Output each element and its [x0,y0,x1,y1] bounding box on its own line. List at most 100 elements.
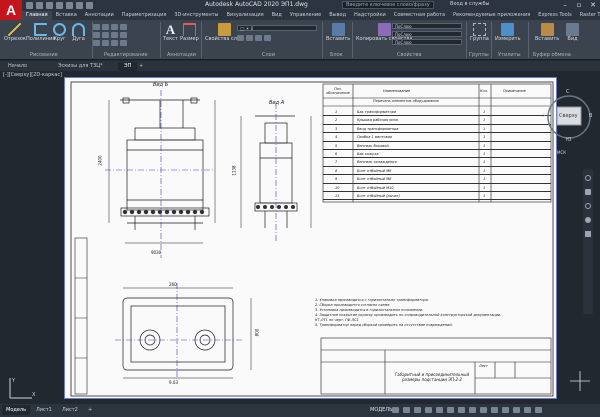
polyline-tool-button[interactable]: Полилиния [26,23,55,42]
search-input[interactable]: Введите ключевое слово/фразу [342,1,434,9]
sign-in-link[interactable]: Вход в службы [450,1,489,7]
menu-tab[interactable]: Аннотации [81,11,118,20]
new-file-icon[interactable] [26,2,33,9]
menu-tab[interactable]: Визуализация [222,11,267,20]
compass-north[interactable]: С [566,89,570,95]
dimension-tool-button[interactable]: Размер [180,23,199,42]
redo-icon[interactable] [86,2,93,9]
save-icon[interactable] [46,2,53,9]
row-qty: 1 [483,193,486,198]
showmotion-icon[interactable] [585,231,591,237]
doc-tab-sketches[interactable]: Эскизы для ТЗЦ* [52,62,109,71]
text-label: Текст [163,36,178,42]
drawing-sheet[interactable]: Вид Б Вид А 9030 2400 1138 260 9.03 800 … [64,77,557,399]
ribbon-tabs: Главная Вставка Аннотации Параметризация 3D-… [22,11,600,20]
menu-tab[interactable]: Надстройки [350,11,390,20]
insert-block-button[interactable]: Вставить [326,23,350,42]
text-icon: A [165,22,176,37]
group-block-label[interactable]: Блок [330,52,343,58]
row-pos: 9 [335,177,338,182]
wcs-label[interactable]: МСК [557,150,566,155]
dimension-label: Размер [180,36,199,42]
group-button[interactable]: Группа [470,23,489,42]
menu-tab[interactable]: Рекомендуемые приложения [449,11,534,20]
menu-tab[interactable]: Вид [268,11,286,20]
table-row: 6 Бак кожуха 1 [323,150,551,159]
open-file-icon[interactable] [36,2,43,9]
layout2-tab[interactable]: Лист2 [58,405,82,415]
maximize-button[interactable]: ▫ [572,0,586,10]
menu-tab[interactable]: 3D-инструменты [170,11,222,20]
brush-icon [377,23,391,36]
measure-button[interactable]: Измерить [495,23,521,42]
viewcube-face[interactable]: Сверху [559,113,578,119]
svg-text:X: X [32,392,36,398]
menu-tab[interactable]: Вывод [325,11,350,20]
steering-wheel-icon[interactable] [585,175,591,181]
group-annotation-label[interactable]: Аннотации [167,52,196,58]
group-groups-label[interactable]: Группы [469,52,489,58]
layer-tools[interactable] [237,35,271,41]
save-as-icon[interactable] [56,2,63,9]
model-tab[interactable]: Модель [2,405,31,415]
menu-tab[interactable]: Главная [22,11,52,20]
linetype-dropdown[interactable]: ПоСлою [392,31,462,37]
text-tool-button[interactable]: A Текст [163,23,178,42]
minimize-button[interactable]: – [558,0,572,10]
close-button[interactable]: ✕ [586,0,600,10]
status-toggles[interactable] [392,407,542,413]
table-title: Перечень элементов оборудования [373,99,439,103]
layer-dropdown[interactable]: ◯ ☀ 0 [237,25,317,31]
arc-tool-button[interactable]: Дуга [72,23,85,42]
snap-icon [403,407,410,413]
menu-tab[interactable]: Параметризация [118,11,171,20]
lineweight-dropdown[interactable]: ПоСлою [392,39,462,45]
line-label: Отрезок [4,36,26,42]
new-tab-button[interactable]: + [136,62,146,71]
menu-tab[interactable]: Управление [286,11,325,20]
ribbon-separator [466,22,467,58]
row-name: Болт отбойный М10 [357,185,394,190]
autocad-logo[interactable]: A [0,0,22,20]
zoom-icon[interactable] [585,203,591,209]
undo-icon[interactable] [76,2,83,9]
drawing-viewport[interactable]: [-][Сверху][2D-каркас] Вид Б Вид А 9030 … [0,71,600,404]
ribbon-panel: Отрезок Полилиния Круг Дуга A Текст Разм… [0,20,600,60]
model-space-toggle[interactable]: МОДЕЛЬ [370,407,393,413]
row-qty: 1 [483,110,486,114]
group-modify-label[interactable]: Редактирование [104,52,148,58]
add-layout-button[interactable]: + [84,405,96,415]
group-layers-label[interactable]: Слои [262,52,275,58]
ribbon-separator [491,22,492,58]
polar-icon [425,407,432,413]
orbit-icon[interactable] [585,217,591,223]
menu-tab[interactable]: Express Tools [534,11,575,20]
paste-button[interactable]: Вставить [535,23,559,42]
table-row: 4 Пробка 1 винтовая 1 [323,133,551,142]
group-properties-label[interactable]: Свойства [397,52,421,58]
line-tool-button[interactable]: Отрезок [4,23,26,42]
view-a-label: Вид А [269,100,285,106]
plot-icon[interactable] [66,2,73,9]
color-dropdown[interactable]: ПоСлою [392,23,462,29]
layout1-tab[interactable]: Лист1 [32,405,56,415]
viewcube[interactable]: Сверху С Ю В З МСК [542,89,593,155]
modify-tools[interactable] [93,24,127,46]
menu-tab[interactable]: Вставка [52,11,81,20]
viewport-controls-label[interactable]: [-][Сверху][2D-каркас] [3,72,62,78]
group-draw-label[interactable]: Рисование [30,52,58,58]
group-utilities-label[interactable]: Утилиты [498,52,521,58]
menu-tab[interactable]: Raster Tools [576,11,600,20]
compass-south[interactable]: Ю [566,137,571,143]
doc-tab-ep[interactable]: ЭП [118,62,138,71]
menu-tab[interactable]: Совместная работа [390,11,449,20]
circle-tool-button[interactable]: Круг [53,23,66,42]
group-clipboard-label[interactable]: Буфер обмена [533,52,571,58]
navigation-bar[interactable] [583,169,593,314]
doc-tab-start[interactable]: Начало [2,62,33,71]
pan-icon[interactable] [585,189,591,195]
table-row: 9 Болт отбойный М8 1 [323,175,551,184]
compass-west[interactable]: З [542,113,545,119]
view-button[interactable]: Вид [566,23,579,42]
compass-east[interactable]: В [589,113,592,119]
